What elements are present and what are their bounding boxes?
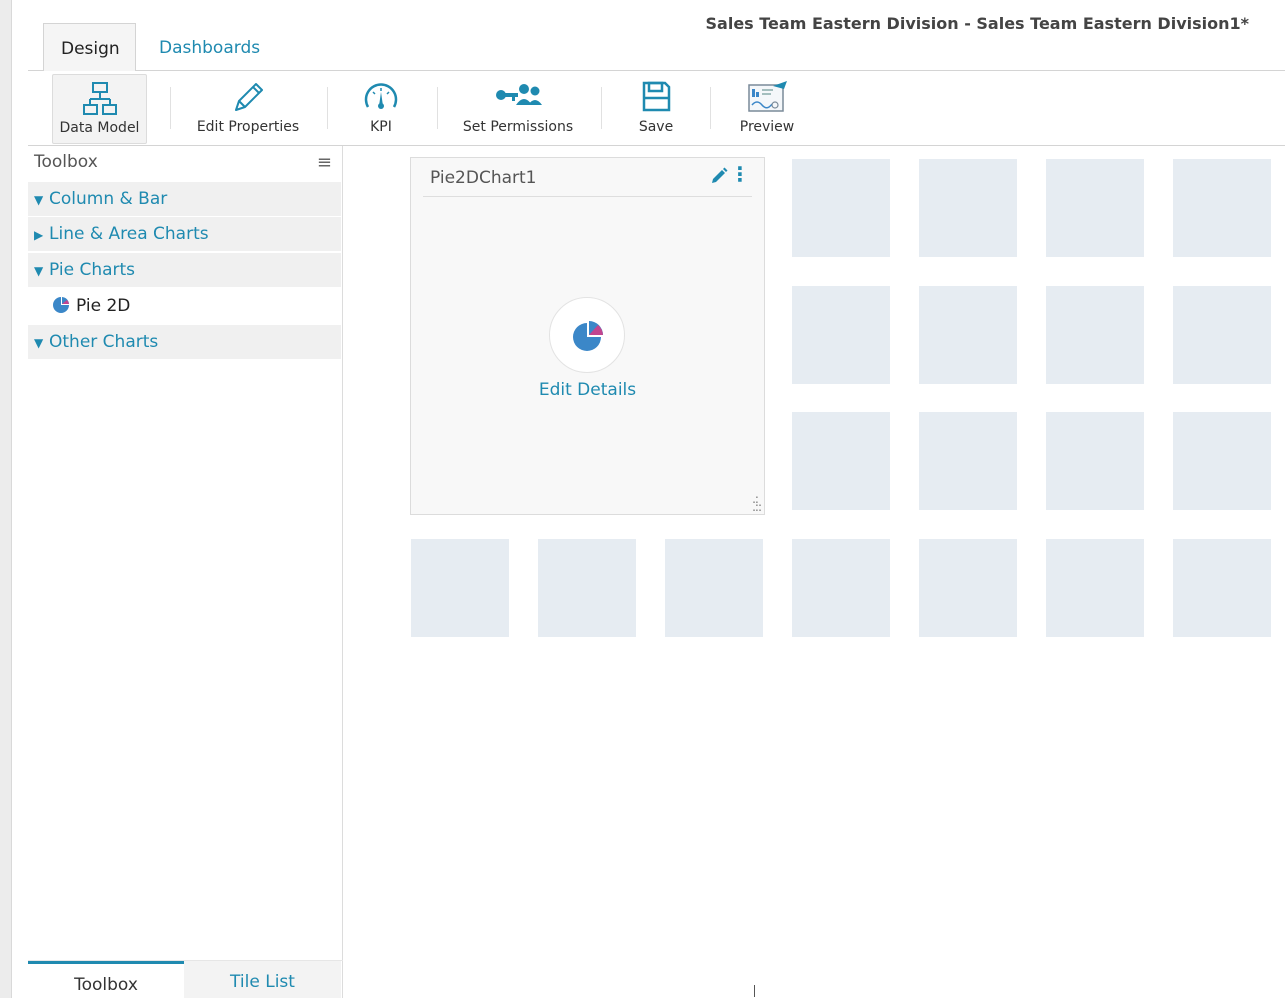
more-options-icon[interactable]: ⋮	[730, 164, 750, 184]
group-label: Pie Charts	[49, 260, 136, 280]
pie-chart-icon	[573, 321, 603, 351]
dashboard-canvas: Pie2DChart1 ⋮ Edit Details .:.::	[343, 146, 1285, 998]
toolbar-divider	[601, 87, 602, 129]
set-permissions-label: Set Permissions	[462, 119, 574, 135]
data-model-button[interactable]: Data Model	[52, 74, 147, 144]
caret-down-icon: ▼	[34, 336, 44, 350]
preview-button[interactable]: Preview	[735, 74, 799, 144]
empty-tile-slot[interactable]	[1046, 159, 1144, 257]
empty-tile-slot[interactable]	[1173, 286, 1271, 384]
group-label: Column & Bar	[49, 189, 168, 209]
toolbar-divider	[710, 87, 711, 129]
empty-tile-slot[interactable]	[1173, 412, 1271, 510]
gauge-icon	[364, 83, 398, 109]
users-key-icon	[496, 84, 542, 105]
empty-tile-slot[interactable]	[919, 286, 1017, 384]
tab-toolbox[interactable]: Toolbox	[28, 961, 184, 998]
edit-details-button[interactable]	[549, 297, 625, 373]
empty-tile-slot[interactable]	[1046, 412, 1144, 510]
toolbox-title: Toolbox	[34, 152, 98, 172]
toolbar-divider	[327, 87, 328, 129]
caret-down-icon: ▼	[34, 193, 44, 207]
kpi-button[interactable]: KPI	[353, 74, 409, 144]
empty-tile-slot[interactable]	[792, 286, 890, 384]
data-model-label: Data Model	[59, 120, 140, 136]
pie-chart-icon	[53, 297, 69, 313]
left-edge-strip	[0, 0, 12, 998]
empty-tile-slot[interactable]	[919, 159, 1017, 257]
edit-properties-button[interactable]: Edit Properties	[193, 74, 303, 144]
edit-properties-label: Edit Properties	[196, 119, 300, 135]
empty-tile-slot[interactable]	[665, 539, 763, 637]
group-label: Line & Area Charts	[49, 224, 209, 244]
set-permissions-button[interactable]: Set Permissions	[461, 74, 575, 144]
header: Design Dashboards Sales Team Eastern Div…	[28, 10, 1285, 72]
empty-tile-slot[interactable]	[792, 412, 890, 510]
top-gap	[12, 0, 1285, 10]
empty-tile-slot[interactable]	[792, 159, 890, 257]
toolbox-item-pie-2d[interactable]: Pie 2D	[52, 291, 130, 321]
toolbar-divider	[437, 87, 438, 129]
app-window: Design Dashboards Sales Team Eastern Div…	[0, 0, 1285, 998]
preview-icon	[748, 81, 787, 112]
toolbar-divider	[170, 87, 171, 129]
save-label: Save	[638, 119, 674, 135]
empty-tile-slot[interactable]	[411, 539, 509, 637]
toolbox-panel: Toolbox ≡ ▼ Column & Bar ▶ Line & Area Cha…	[28, 146, 343, 998]
empty-tile-slot[interactable]	[919, 539, 1017, 637]
group-label: Other Charts	[49, 332, 159, 352]
empty-tile-slot[interactable]	[1173, 539, 1271, 637]
document-title: Sales Team Eastern Division - Sales Team…	[705, 14, 1249, 33]
toolbox-item-label: Pie 2D	[76, 296, 131, 316]
group-pie-charts[interactable]: ▼ Pie Charts	[28, 253, 341, 287]
caret-down-icon: ▼	[34, 264, 44, 278]
empty-tile-slot[interactable]	[1046, 286, 1144, 384]
tile-divider	[423, 196, 752, 197]
group-column-bar[interactable]: ▼ Column & Bar	[28, 182, 341, 216]
kpi-label: KPI	[370, 119, 392, 135]
toolbar: Data Model Edit Properties KPI Set Permi…	[28, 71, 1285, 146]
preview-label: Preview	[739, 119, 795, 135]
empty-tile-slot[interactable]	[792, 539, 890, 637]
panel-bottom-tabs: Toolbox Tile List	[28, 960, 343, 998]
empty-tile-slot[interactable]	[1046, 539, 1144, 637]
chart-tile-title: Pie2DChart1	[430, 168, 537, 188]
empty-tile-slot[interactable]	[1173, 159, 1271, 257]
tab-design[interactable]: Design	[43, 23, 136, 72]
text-cursor	[754, 985, 755, 997]
tab-tile-list[interactable]: Tile List	[184, 961, 341, 998]
hamburger-menu-icon[interactable]: ≡	[317, 152, 332, 173]
group-line-area-charts[interactable]: ▶ Line & Area Charts	[28, 217, 341, 251]
floppy-disk-icon	[642, 81, 671, 112]
empty-tile-slot[interactable]	[919, 412, 1017, 510]
edit-pencil-icon[interactable]	[710, 167, 728, 189]
caret-right-icon: ▶	[34, 228, 44, 242]
pencil-icon	[235, 83, 263, 111]
group-other-charts[interactable]: ▼ Other Charts	[28, 325, 341, 359]
chart-tile[interactable]: Pie2DChart1 ⋮ Edit Details .:.::	[410, 157, 765, 515]
empty-tile-slot[interactable]	[538, 539, 636, 637]
hierarchy-icon	[82, 82, 117, 115]
edit-details-link[interactable]: Edit Details	[411, 380, 764, 400]
save-button[interactable]: Save	[631, 74, 681, 144]
resize-handle-icon[interactable]: .:.::	[752, 493, 762, 513]
tab-dashboards[interactable]: Dashboards	[142, 23, 277, 71]
